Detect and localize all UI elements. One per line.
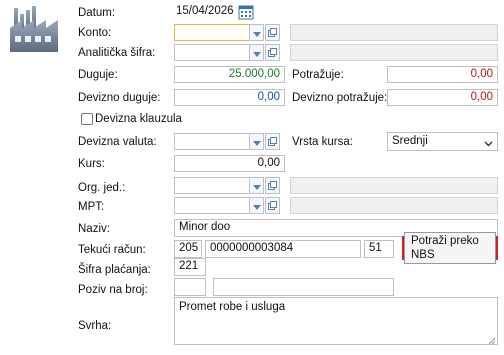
konto-label: Konto: [78,27,112,39]
vrsta-kursa-label: Vrsta kursa: [292,136,353,148]
posting-entry-form: Datum: 15/04/2026 Konto: Analitička šifr… [0,0,504,355]
kurs-label: Kurs: [78,158,105,170]
mpt-lookup-button[interactable] [265,197,280,214]
potrazi-nbs-button[interactable]: Potraži preko NBS [404,232,496,264]
vrsta-kursa-value: Srednji [392,135,428,147]
potrazi-nbs-button-highlight[interactable]: Potraži preko NBS [402,232,498,264]
copy-window-icon [268,26,277,40]
mpt-dropdown-button[interactable] [249,197,264,214]
poziv-na-broj-input[interactable] [213,278,394,296]
analiticka-sifra-input[interactable] [174,44,250,61]
org-jed-dropdown-button[interactable] [249,177,264,194]
duguje-input[interactable]: 25.000,00 [174,66,285,83]
devizno-potrazuje-label: Devizno potražuje: [292,92,388,104]
chevron-down-icon [484,137,493,154]
duguje-label: Duguje: [78,69,118,81]
konto-description-field [290,24,498,41]
org-jed-label: Org. jed.: [78,182,126,194]
tekuci-racun-number-input[interactable]: 0000000003084 [205,240,361,258]
chevron-down-icon [252,179,261,193]
devizna-valuta-lookup-button[interactable] [265,133,280,150]
devizna-valuta-input[interactable] [174,133,250,150]
copy-window-icon [268,179,277,193]
chevron-down-icon [252,46,261,60]
calendar-icon[interactable] [238,4,254,20]
konto-lookup-button[interactable] [265,24,280,41]
mpt-input[interactable] [174,197,250,214]
tekuci-racun-label: Tekući račun: [78,244,146,256]
datum-field[interactable]: 15/04/2026 [174,4,236,21]
org-jed-description-field [290,177,498,194]
analiticka-dropdown-button[interactable] [249,44,264,61]
chevron-down-icon [252,135,261,149]
konto-input[interactable] [174,24,250,41]
mpt-label: MPT: [78,201,105,213]
chevron-down-icon [252,26,261,40]
analiticka-description-field [290,44,498,61]
svrha-text: Promet robe i usluga [179,301,286,313]
analiticka-sifra-label: Analitička šifra: [78,47,156,59]
copy-window-icon [268,135,277,149]
tekuci-racun-bank-input[interactable]: 205 [174,240,202,258]
mpt-description-field [290,197,498,214]
konto-dropdown-button[interactable] [249,24,264,41]
potrazuje-input[interactable]: 0,00 [387,66,498,83]
copy-window-icon [268,199,277,213]
analiticka-lookup-button[interactable] [265,44,280,61]
svrha-textarea[interactable]: Promet robe i usluga [174,297,498,345]
vrsta-kursa-select[interactable]: Srednji [387,132,498,151]
org-jed-lookup-button[interactable] [265,177,280,194]
devizna-valuta-label: Devizna valuta: [78,136,157,148]
devizna-klauzula-checkbox[interactable] [81,113,93,125]
sifra-placanja-label: Šifra plaćanja: [78,264,151,276]
sifra-placanja-input[interactable]: 221 [174,258,206,276]
resize-grip-icon[interactable] [488,335,496,345]
factory-icon [6,4,64,54]
naziv-label: Naziv: [78,223,110,235]
devizno-potrazuje-input[interactable]: 0,00 [387,89,498,106]
devizno-duguje-input[interactable]: 0,00 [174,89,285,106]
tekuci-racun-control-input[interactable]: 51 [364,240,394,258]
poziv-na-broj-label: Poziv na broj: [78,284,148,296]
poziv-model-input[interactable] [174,278,206,296]
copy-window-icon [268,46,277,60]
devizno-duguje-label: Devizno duguje: [78,92,161,104]
devizna-valuta-dropdown-button[interactable] [249,133,264,150]
devizna-klauzula-label: Devizna klauzula [95,113,182,125]
svrha-label: Svrha: [78,320,112,332]
datum-label: Datum: [78,7,116,19]
kurs-input[interactable]: 0,00 [174,155,285,172]
org-jed-input[interactable] [174,177,250,194]
chevron-down-icon [252,199,261,213]
potrazuje-label: Potražuje: [292,69,344,81]
